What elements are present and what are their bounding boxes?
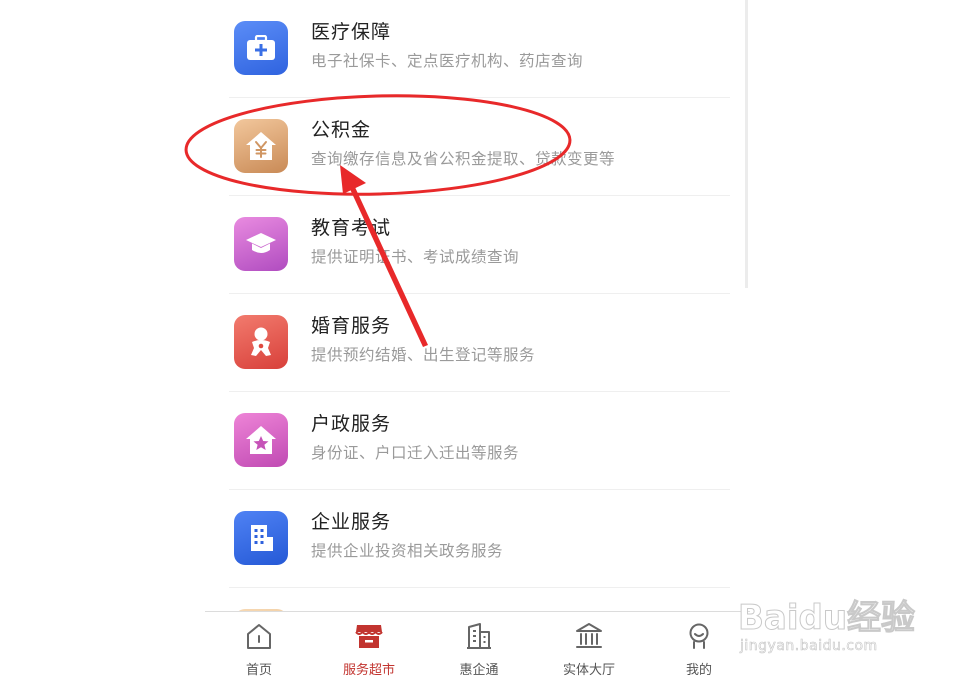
- service-description: 提供预约结婚、出生登记等服务: [311, 346, 536, 364]
- watermark-url: jingyan.baidu.com: [740, 638, 878, 655]
- graduation-cap-icon: [234, 217, 288, 271]
- tab-label: 服务超市: [342, 663, 395, 678]
- baidu-watermark: Baidu经验 jingyan.baidu.com: [737, 572, 953, 672]
- tab-label: 首页: [245, 663, 272, 678]
- service-title: 教育考试: [311, 217, 392, 239]
- service-item-enterprise[interactable]: 企业服务 提供企业投资相关政务服务: [205, 490, 750, 588]
- service-title: 户政服务: [311, 413, 392, 435]
- star-house-icon: [234, 413, 288, 467]
- service-description: 提供证明证书、考试成绩查询: [311, 248, 520, 266]
- government-hall-icon: [576, 623, 602, 648]
- service-item-housing-fund[interactable]: 公积金 查询缴存信息及省公积金提取、贷款变更等: [205, 98, 750, 196]
- tab-service-hall[interactable]: 实体大厅: [539, 612, 639, 680]
- user-icon: [689, 623, 709, 649]
- bottom-tab-bar: 首页 服务超市 惠企通 实体大厅 我的: [205, 611, 750, 680]
- office-building-icon: [234, 511, 288, 565]
- service-title: 医疗保障: [311, 21, 392, 43]
- tab-label: 我的: [685, 663, 712, 678]
- housing-fund-icon: [234, 119, 288, 173]
- tab-label: 惠企通: [459, 663, 499, 678]
- tab-label: 实体大厅: [562, 663, 615, 678]
- tab-enterprise-benefits[interactable]: 惠企通: [429, 612, 529, 680]
- service-title: 婚育服务: [311, 315, 392, 337]
- scroll-edge: [745, 0, 748, 288]
- service-title: 企业服务: [311, 511, 392, 533]
- service-description: 身份证、户口迁入迁出等服务: [311, 444, 520, 462]
- building-icon: [467, 623, 491, 649]
- store-icon: [355, 625, 383, 648]
- service-description: 提供企业投资相关政务服务: [311, 542, 504, 560]
- tab-service-market[interactable]: 服务超市: [319, 612, 419, 680]
- home-icon: [247, 624, 271, 649]
- service-item-education[interactable]: 教育考试 提供证明证书、考试成绩查询: [205, 196, 750, 294]
- phone-screen: 医疗保障 电子社保卡、定点医疗机构、药店查询 公积金 查询缴存信息及省公积金提取…: [205, 0, 750, 680]
- medical-kit-icon: [234, 21, 288, 75]
- service-item-marriage-birth[interactable]: 婚育服务 提供预约结婚、出生登记等服务: [205, 294, 750, 392]
- baby-icon: [234, 315, 288, 369]
- service-description: 查询缴存信息及省公积金提取、贷款变更等: [311, 150, 616, 168]
- watermark-logo: Baidu经验: [737, 598, 916, 639]
- service-item-medical[interactable]: 医疗保障 电子社保卡、定点医疗机构、药店查询: [205, 0, 750, 98]
- screenshot-page: 医疗保障 电子社保卡、定点医疗机构、药店查询 公积金 查询缴存信息及省公积金提取…: [0, 0, 960, 680]
- service-title: 公积金: [311, 119, 372, 141]
- service-description: 电子社保卡、定点医疗机构、药店查询: [311, 52, 584, 70]
- tab-mine[interactable]: 我的: [649, 612, 749, 680]
- tab-home[interactable]: 首页: [209, 612, 309, 680]
- service-item-household[interactable]: 户政服务 身份证、户口迁入迁出等服务: [205, 392, 750, 490]
